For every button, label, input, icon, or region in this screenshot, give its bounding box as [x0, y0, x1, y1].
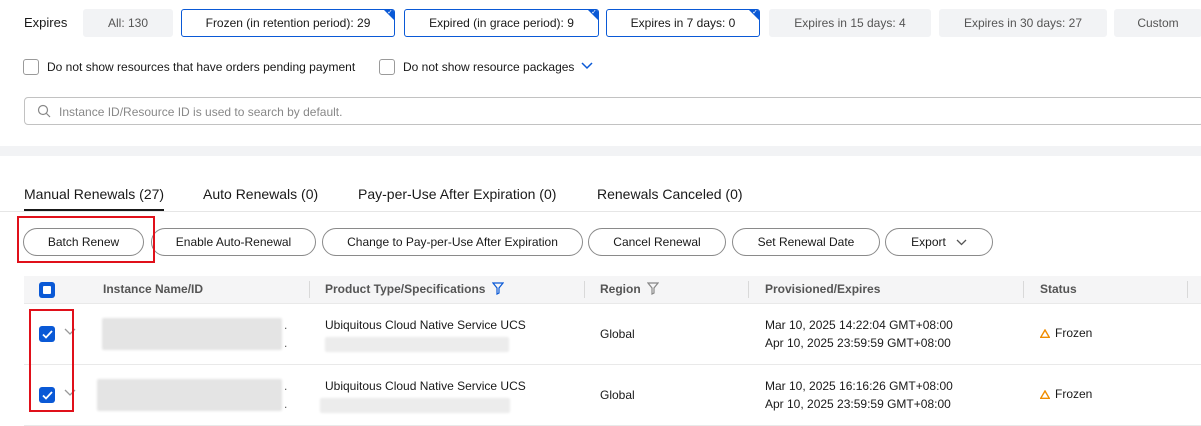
column-divider	[584, 281, 585, 298]
column-divider	[1187, 281, 1188, 298]
instance-name-redacted	[97, 379, 282, 411]
column-divider	[1023, 281, 1024, 298]
column-instance: Instance Name/ID	[103, 282, 204, 296]
chip-frozen[interactable]: Frozen (in retention period): 29 ✓	[181, 9, 395, 37]
specifications-redacted	[320, 398, 510, 413]
selected-check-icon: ✓	[387, 9, 393, 16]
pending-payment-label: Do not show resources that have orders p…	[47, 60, 356, 74]
status-badge: Frozen	[1040, 326, 1092, 340]
row-divider	[24, 303, 1201, 304]
chip-expires-15-days[interactable]: Expires in 15 days: 4	[769, 9, 931, 37]
resource-packages-checkbox[interactable]	[379, 59, 395, 75]
chip-expired[interactable]: Expired (in grace period): 9 ✓	[404, 9, 599, 37]
resource-packages-label: Do not show resource packages	[403, 60, 575, 74]
column-product: Product Type/Specifications	[325, 282, 486, 296]
search-icon	[37, 104, 51, 118]
warning-icon	[1040, 389, 1050, 399]
tab-renewals-canceled[interactable]: Renewals Canceled (0)	[597, 186, 743, 202]
provisioned-time: Mar 10, 2025 16:16:26 GMT+08:00	[765, 379, 953, 393]
product-type: Ubiquitous Cloud Native Service UCS	[325, 318, 526, 332]
tabs-divider	[0, 211, 1201, 212]
region: Global	[600, 388, 635, 402]
chip-all[interactable]: All: 130	[83, 9, 173, 37]
pending-payment-checkbox[interactable]	[23, 59, 39, 75]
instance-name-redacted	[102, 318, 282, 350]
ellipsis: .	[284, 397, 288, 411]
expires-time: Apr 10, 2025 23:59:59 GMT+08:00	[765, 397, 951, 411]
selected-check-icon: ✓	[591, 9, 597, 16]
specifications-redacted	[325, 337, 509, 352]
selected-check-icon: ✓	[752, 9, 758, 16]
cancel-renewal-button[interactable]: Cancel Renewal	[588, 228, 726, 256]
chevron-down-icon[interactable]	[581, 62, 593, 70]
column-region: Region	[600, 282, 641, 296]
highlight-batch-renew	[17, 216, 155, 263]
active-tab-indicator	[24, 209, 164, 211]
status-badge: Frozen	[1040, 387, 1092, 401]
expires-label: Expires	[24, 15, 68, 30]
enable-auto-renewal-button[interactable]: Enable Auto-Renewal	[151, 228, 316, 256]
column-divider	[748, 281, 749, 298]
select-all-checkbox[interactable]	[39, 282, 55, 298]
expires-time: Apr 10, 2025 23:59:59 GMT+08:00	[765, 336, 951, 350]
search-input[interactable]: Instance ID/Resource ID is used to searc…	[24, 97, 1201, 125]
chip-expires-30-days[interactable]: Expires in 30 days: 27	[939, 9, 1107, 37]
chip-custom[interactable]: Custom	[1114, 9, 1201, 37]
highlight-row-checkboxes	[29, 309, 74, 412]
column-divider	[309, 281, 310, 298]
column-provisioned-expires: Provisioned/Expires	[765, 282, 881, 296]
ellipsis: .	[284, 379, 288, 393]
search-placeholder: Instance ID/Resource ID is used to searc…	[59, 105, 343, 119]
column-status: Status	[1040, 282, 1077, 296]
filter-icon[interactable]	[647, 282, 659, 295]
provisioned-time: Mar 10, 2025 14:22:04 GMT+08:00	[765, 318, 953, 332]
warning-icon	[1040, 328, 1050, 338]
filter-icon[interactable]	[492, 282, 504, 295]
row-divider	[24, 364, 1201, 365]
export-button[interactable]: Export	[885, 228, 993, 256]
ellipsis: .	[284, 318, 288, 332]
tab-manual-renewals[interactable]: Manual Renewals (27)	[24, 186, 164, 202]
tab-pay-per-use[interactable]: Pay-per-Use After Expiration (0)	[358, 186, 556, 202]
change-to-ppu-button[interactable]: Change to Pay-per-Use After Expiration	[322, 228, 583, 256]
tab-auto-renewals[interactable]: Auto Renewals (0)	[203, 186, 318, 202]
set-renewal-date-button[interactable]: Set Renewal Date	[732, 228, 880, 256]
chip-expires-7-days[interactable]: Expires in 7 days: 0 ✓	[606, 9, 760, 37]
chevron-down-icon	[956, 239, 967, 245]
region: Global	[600, 327, 635, 341]
product-type: Ubiquitous Cloud Native Service UCS	[325, 379, 526, 393]
ellipsis: .	[284, 336, 288, 350]
